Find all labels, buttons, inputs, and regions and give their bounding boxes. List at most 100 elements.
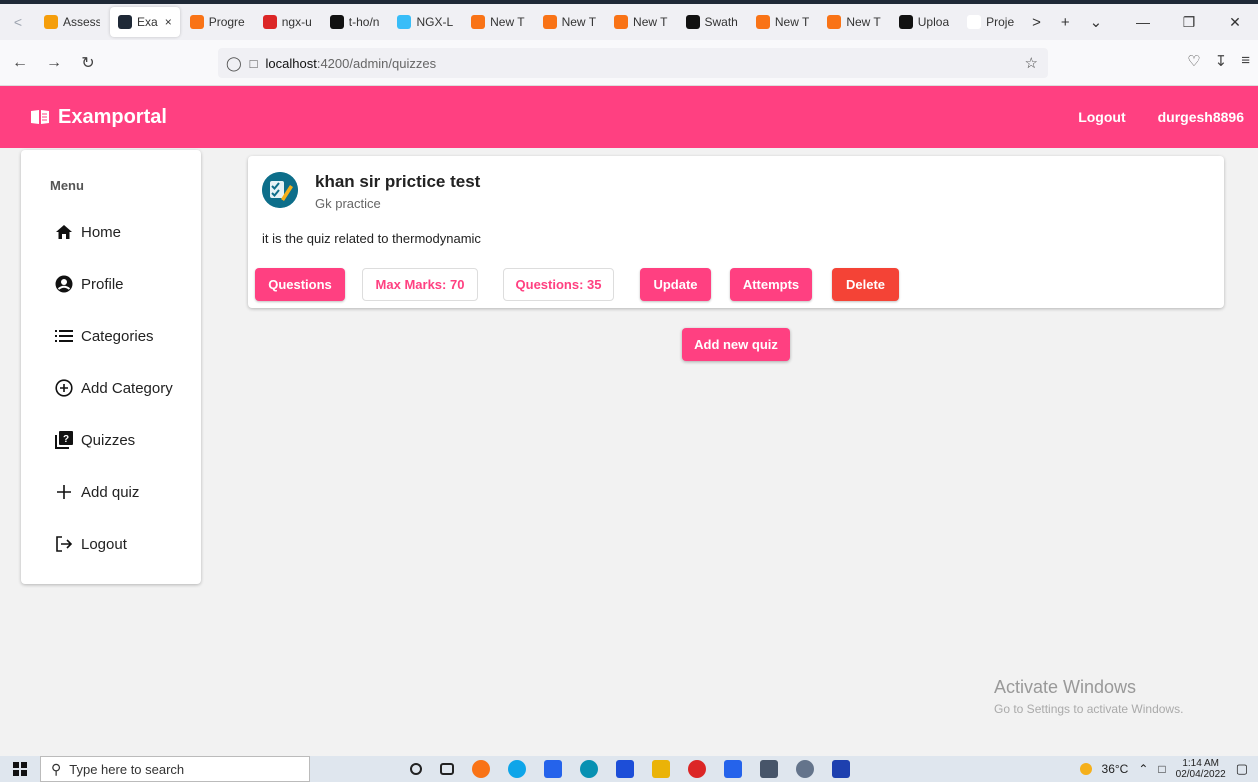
tab-favicon-icon — [898, 15, 913, 29]
menu-icon[interactable]: ≡ — [1241, 52, 1250, 70]
brand-title: Examportal — [58, 105, 167, 128]
notification-icon[interactable]: ▢ — [1236, 761, 1248, 777]
temperature[interactable]: 36°C — [1102, 762, 1129, 776]
minimize-icon[interactable]: — — [1120, 14, 1166, 30]
taskbar: ⚲ Type here to search 36°C ⌃ □ 1:14 AM 0… — [0, 756, 1258, 782]
sidebar-item-label: Profile — [81, 275, 124, 293]
tab-label: t-ho/n — [348, 15, 380, 29]
quiz-icon: ? — [55, 431, 73, 449]
delete-button[interactable]: Delete — [832, 268, 899, 301]
navbar-username-link[interactable]: durgesh8896 — [1158, 109, 1244, 125]
app-navbar: Examportal Logout durgesh8896 — [0, 86, 1258, 148]
taskbar-search-placeholder: Type here to search — [69, 761, 185, 777]
vscode-icon[interactable] — [724, 760, 742, 778]
browser-tab[interactable]: ngx-u — [255, 7, 320, 37]
tab-label: Swath — [704, 15, 738, 29]
browser-tab[interactable]: Proje — [959, 7, 1022, 37]
skype-icon[interactable] — [508, 760, 526, 778]
app-icon[interactable] — [760, 760, 778, 778]
address-bar[interactable]: ◯ □ localhost:4200/admin/quizzes ☆ — [218, 48, 1048, 78]
tab-favicon-icon — [397, 15, 412, 29]
restore-icon[interactable]: ❐ — [1166, 14, 1212, 31]
navbar-logout-link[interactable]: Logout — [1078, 109, 1125, 125]
tab-label: New T — [633, 15, 668, 29]
tab-list-chevron-icon[interactable]: ⌄ — [1080, 13, 1113, 31]
tab-favicon-icon — [967, 15, 982, 29]
browser-tab[interactable]: New T — [606, 7, 675, 37]
account-circle-icon — [55, 275, 73, 293]
tab-label: Proje — [986, 15, 1015, 29]
add-new-quiz-button[interactable]: Add new quiz — [682, 328, 790, 361]
sidebar-item-profile[interactable]: Profile — [55, 272, 124, 296]
browser-tab[interactable]: Progre — [182, 7, 253, 37]
sidebar-item-home[interactable]: Home — [55, 220, 121, 244]
windows-start-icon[interactable] — [0, 762, 40, 776]
browser-tab[interactable]: Uploa — [891, 7, 957, 37]
browser-tab[interactable]: Assess — [36, 7, 108, 37]
tab-favicon-icon — [471, 15, 486, 29]
browser-tab[interactable]: New T — [535, 7, 604, 37]
tab-scroll-right-icon[interactable]: > — [1022, 14, 1051, 31]
close-window-icon[interactable]: ✕ — [1212, 14, 1258, 31]
download-icon[interactable]: ↧ — [1215, 52, 1228, 70]
sidebar-item-label: Add quiz — [81, 483, 140, 501]
browser-tab[interactable]: Swath — [678, 7, 746, 37]
chrome-icon[interactable] — [688, 760, 706, 778]
tab-label: New T — [774, 15, 810, 29]
bookmark-star-icon[interactable]: ☆ — [1025, 54, 1038, 72]
store-icon[interactable] — [544, 760, 562, 778]
questions-button[interactable]: Questions — [255, 268, 345, 301]
browser-tab[interactable]: New T — [819, 7, 888, 37]
pocket-icon[interactable]: ♡ — [1187, 52, 1200, 70]
settings-gear-icon[interactable] — [796, 760, 814, 778]
task-view-icon[interactable] — [440, 763, 454, 775]
browser-tab[interactable]: NGX-L — [389, 7, 461, 37]
edge-icon[interactable] — [580, 760, 598, 778]
clock-date: 02/04/2022 — [1175, 769, 1226, 780]
sidebar-item-label: Logout — [81, 535, 127, 553]
update-button[interactable]: Update — [640, 268, 711, 301]
max-marks-button[interactable]: Max Marks: 70 — [362, 268, 478, 301]
cortana-icon[interactable] — [410, 763, 422, 775]
sidebar-item-add-quiz[interactable]: Add quiz — [55, 480, 139, 504]
tab-scroll-left-icon[interactable]: < — [0, 14, 36, 30]
tab-label: ngx-u — [281, 15, 312, 29]
tab-label: NGX-L — [416, 15, 454, 29]
word-icon[interactable] — [832, 760, 850, 778]
attempts-button[interactable]: Attempts — [730, 268, 812, 301]
tab-favicon-icon — [542, 15, 557, 29]
question-count-button[interactable]: Questions: 35 — [503, 268, 614, 301]
activate-windows-subtitle: Go to Settings to activate Windows. — [994, 702, 1184, 716]
close-tab-icon[interactable]: × — [165, 15, 172, 29]
window-controls: — ❐ ✕ — [1120, 4, 1258, 40]
forward-icon[interactable]: → — [40, 54, 68, 72]
tab-favicon-icon — [614, 15, 629, 29]
tab-label: Uploa — [917, 15, 950, 29]
new-tab-icon[interactable]: + — [1051, 14, 1080, 31]
sidebar-item-categories[interactable]: Categories — [55, 324, 154, 348]
weather-icon — [1079, 763, 1092, 775]
back-icon[interactable]: ← — [6, 54, 34, 72]
reload-icon[interactable]: ↻ — [74, 53, 102, 73]
file-explorer-icon[interactable] — [652, 760, 670, 778]
search-icon: ⚲ — [51, 760, 62, 777]
sidebar-item-logout[interactable]: Logout — [55, 532, 127, 556]
tray-chevron-icon[interactable]: ⌃ — [1138, 762, 1148, 776]
taskbar-search[interactable]: ⚲ Type here to search — [40, 756, 310, 782]
sidebar-item-quizzes[interactable]: ? Quizzes — [55, 428, 135, 452]
browser-tab[interactable]: Exa × — [110, 7, 180, 37]
browser-tab[interactable]: New T — [748, 7, 817, 37]
url-host: localhost — [265, 55, 317, 71]
shield-icon: ◯ — [226, 54, 242, 71]
sidebar-item-add-category[interactable]: Add Category — [55, 376, 173, 400]
browser-tab[interactable]: New T — [463, 7, 532, 37]
brand[interactable]: Examportal — [30, 106, 167, 129]
clock[interactable]: 1:14 AM 02/04/2022 — [1176, 758, 1226, 780]
nav-links: Logout durgesh8896 — [1078, 86, 1244, 148]
firefox-icon[interactable] — [472, 760, 490, 778]
browser-tab[interactable]: t-ho/n — [322, 7, 388, 37]
quiz-check-icon — [262, 172, 298, 208]
mail-icon[interactable] — [616, 760, 634, 778]
network-icon[interactable]: □ — [1158, 762, 1165, 776]
system-tray: 36°C ⌃ □ 1:14 AM 02/04/2022 ▢ — [1079, 756, 1248, 782]
